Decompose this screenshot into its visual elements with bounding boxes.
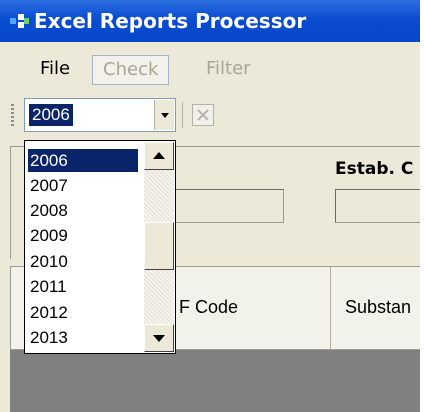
year-dropdown-list[interactable]: 2006 2007 2008 2009 2010 2011 2012 2013 xyxy=(24,140,176,354)
column-header-substance[interactable]: Substan xyxy=(345,297,411,318)
dropdown-option-2013[interactable]: 2013 xyxy=(28,326,138,349)
scroll-down-button[interactable] xyxy=(144,324,174,352)
dropdown-scrollbar[interactable] xyxy=(144,142,174,352)
dropdown-option-2008[interactable]: 2008 xyxy=(28,199,138,222)
estab-field[interactable] xyxy=(335,189,420,223)
chevron-down-icon xyxy=(160,113,169,118)
app-window: Excel Reports Processor File Check Filte… xyxy=(0,0,420,412)
dropdown-option-2009[interactable]: 2009 xyxy=(28,224,138,247)
dropdown-option-2007[interactable]: 2007 xyxy=(28,174,138,197)
column-divider[interactable] xyxy=(330,267,331,349)
grid-body[interactable] xyxy=(10,350,420,412)
window-title: Excel Reports Processor xyxy=(34,9,307,33)
scroll-thumb[interactable] xyxy=(144,222,174,270)
scroll-up-button[interactable] xyxy=(144,142,174,170)
toolbar: 2006 xyxy=(0,94,420,146)
arrow-down-icon xyxy=(153,335,165,342)
toolbar-grip[interactable] xyxy=(11,104,14,128)
year-combobox-value[interactable]: 2006 xyxy=(29,104,73,126)
excel-grid-icon xyxy=(10,14,30,30)
toolbar-separator xyxy=(182,102,183,128)
menu-filter[interactable]: Filter xyxy=(196,55,261,83)
dropdown-option-2011[interactable]: 2011 xyxy=(28,275,138,298)
menu-check[interactable]: Check xyxy=(92,55,170,85)
title-bar[interactable]: Excel Reports Processor xyxy=(0,0,420,42)
arrow-up-icon xyxy=(153,152,165,159)
year-dropdown-button[interactable] xyxy=(154,100,174,130)
clear-filter-icon[interactable] xyxy=(192,104,214,126)
dropdown-option-2010[interactable]: 2010 xyxy=(28,250,138,273)
year-combobox[interactable]: 2006 xyxy=(24,98,176,132)
text-field-1[interactable] xyxy=(171,189,284,223)
dropdown-option-2012[interactable]: 2012 xyxy=(28,301,138,324)
menu-file[interactable]: File xyxy=(30,55,80,83)
dropdown-option-2006[interactable]: 2006 xyxy=(28,149,138,172)
estab-label: Estab. C xyxy=(335,159,414,179)
column-header-fcode[interactable]: F Code xyxy=(179,297,238,318)
menu-bar: File Check Filter xyxy=(0,42,420,94)
